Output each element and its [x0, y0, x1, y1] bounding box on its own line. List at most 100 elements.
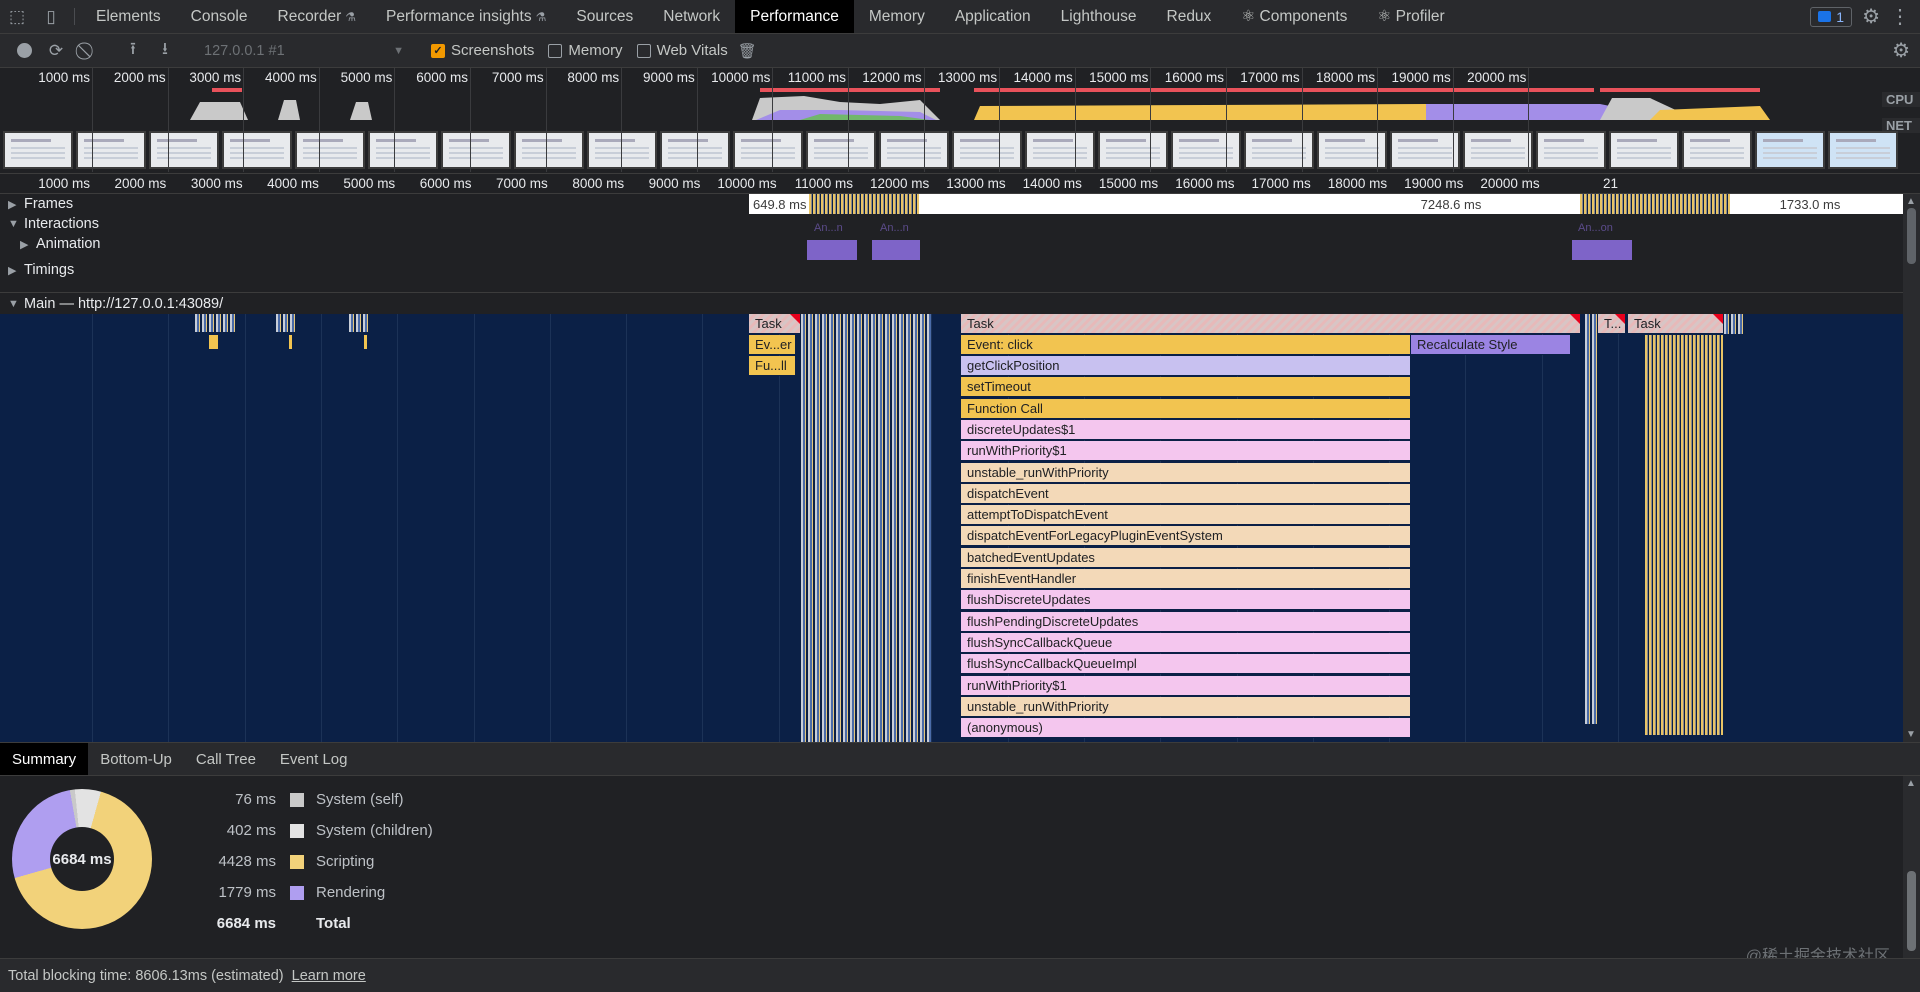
call-stack-frame[interactable]: unstable_runWithPriority — [961, 462, 1411, 483]
call-stack-frame[interactable]: flushSyncCallbackQueue — [961, 632, 1411, 653]
animation-block[interactable] — [1572, 240, 1632, 260]
interactions-track-header[interactable]: ▼ Interactions — [0, 216, 99, 232]
settings-gear-icon[interactable]: ⚙ — [1862, 4, 1880, 29]
call-stack-frame[interactable]: runWithPriority$1 — [961, 441, 1411, 462]
scroll-up-icon[interactable]: ▲ — [1906, 778, 1916, 789]
scroll-down-icon[interactable]: ▼ — [1906, 729, 1916, 740]
call-stack-frame[interactable]: finishEventHandler — [961, 569, 1411, 589]
issues-button[interactable]: 1 — [1810, 6, 1853, 27]
event-click-block[interactable]: Event: click — [961, 335, 1411, 355]
screenshot-frame[interactable] — [1755, 131, 1825, 169]
screenshot-frame[interactable] — [1244, 131, 1314, 169]
tab-sources[interactable]: Sources — [561, 0, 648, 33]
tab-profiler[interactable]: ⚛ Profiler — [1362, 0, 1459, 33]
tab-lighthouse[interactable]: Lighthouse — [1046, 0, 1152, 33]
learn-more-link[interactable]: Learn more — [292, 968, 366, 984]
screenshot-frame[interactable] — [1098, 131, 1168, 169]
more-options-icon[interactable]: ⋮ — [1890, 4, 1910, 29]
call-stack-frame[interactable]: flushPendingDiscreteUpdates — [961, 611, 1411, 632]
main-flame-chart[interactable]: Task Ev...er Fu...ll Task Event: click R… — [0, 314, 1903, 742]
frame-duration-1[interactable]: 649.8 ms — [749, 194, 809, 214]
screenshot-frame[interactable] — [1390, 131, 1460, 169]
screenshot-frame[interactable] — [1463, 131, 1533, 169]
screenshot-frame[interactable] — [441, 131, 511, 169]
animation-block[interactable] — [872, 240, 920, 260]
tab-memory[interactable]: Memory — [854, 0, 940, 33]
capture-settings-gear-icon[interactable]: ⚙ — [1892, 38, 1910, 63]
early-script-mark[interactable] — [364, 335, 367, 349]
recalculate-style-block[interactable]: Recalculate Style — [1411, 335, 1571, 355]
animation-block[interactable] — [807, 240, 857, 260]
early-script-mark[interactable] — [209, 335, 218, 349]
call-stack-frame[interactable]: batchedEventUpdates — [961, 547, 1411, 568]
screenshot-frame[interactable] — [1682, 131, 1752, 169]
call-stack-frame[interactable]: runWithPriority$1 — [961, 675, 1411, 696]
screenshot-frame[interactable] — [879, 131, 949, 169]
screenshot-frame[interactable] — [1171, 131, 1241, 169]
scroll-thumb[interactable] — [1907, 208, 1916, 264]
frames-track-header[interactable]: ▶ Frames — [0, 196, 73, 212]
screenshot-frame[interactable] — [806, 131, 876, 169]
inspect-element-icon[interactable]: ⬚ — [0, 0, 34, 33]
clear-button[interactable]: ⃠ — [72, 36, 104, 66]
screenshot-frame[interactable] — [149, 131, 219, 169]
event-block-short[interactable]: Ev...er — [749, 335, 796, 355]
timings-track-header[interactable]: ▶ Timings — [0, 262, 74, 278]
call-stack-frame[interactable]: (anonymous) — [961, 718, 1411, 739]
screenshot-frame[interactable] — [295, 131, 365, 169]
screenshot-filmstrip[interactable] — [0, 131, 1905, 170]
task-block-small[interactable]: T... — [1598, 314, 1626, 334]
screenshot-frame[interactable] — [1828, 131, 1898, 169]
animation-track-header[interactable]: ▶ Animation — [0, 236, 100, 252]
screenshot-frame[interactable] — [76, 131, 146, 169]
web-vitals-checkbox[interactable]: Web Vitals — [636, 42, 728, 59]
tab-performance[interactable]: Performance — [735, 0, 854, 33]
screenshot-frame[interactable] — [733, 131, 803, 169]
screenshot-frame[interactable] — [514, 131, 584, 169]
device-toolbar-icon[interactable]: ▯ — [34, 0, 68, 33]
call-stack-frame[interactable]: discreteUpdates$1 — [961, 419, 1411, 440]
memory-checkbox[interactable]: Memory — [548, 42, 623, 59]
scroll-up-icon[interactable]: ▲ — [1906, 196, 1916, 207]
function-block-short[interactable]: Fu...ll — [749, 356, 796, 376]
task-block[interactable]: Task — [749, 314, 801, 334]
frame-duration-3[interactable]: 1733.0 ms — [1730, 194, 1890, 214]
tab-network[interactable]: Network — [648, 0, 735, 33]
load-profile-button[interactable]: ⭱ — [117, 36, 149, 66]
tab-performance-insights[interactable]: Performance insights ⚗ — [371, 0, 561, 33]
call-stack-frame[interactable]: dispatchEventForLegacyPluginEventSystem — [961, 526, 1411, 547]
call-stack-frame[interactable]: Function Call — [961, 398, 1411, 419]
call-stack-frame[interactable]: flushDiscreteUpdates — [961, 590, 1411, 611]
tab-event-log[interactable]: Event Log — [268, 743, 360, 775]
tab-elements[interactable]: Elements — [81, 0, 176, 33]
call-stack-frame[interactable]: dispatchEvent — [961, 483, 1411, 504]
garbage-collect-icon[interactable]: 🗑 — [738, 42, 757, 60]
tab-call-tree[interactable]: Call Tree — [184, 743, 268, 775]
tab-recorder[interactable]: Recorder ⚗ — [263, 0, 372, 33]
call-stack-frame[interactable]: attemptToDispatchEvent — [961, 505, 1411, 526]
early-script-mark[interactable] — [289, 335, 292, 349]
tab-application[interactable]: Application — [940, 0, 1046, 33]
screenshot-frame[interactable] — [1609, 131, 1679, 169]
task-block-right[interactable]: Task — [1628, 314, 1724, 334]
scroll-thumb[interactable] — [1907, 871, 1916, 951]
save-profile-button[interactable]: ⭳ — [149, 36, 181, 66]
tab-bottom-up[interactable]: Bottom-Up — [88, 743, 184, 775]
main-thread-track-header[interactable]: ▼ Main — http://127.0.0.1:43089/ — [0, 292, 1903, 314]
screenshot-frame[interactable] — [1025, 131, 1095, 169]
screenshot-frame[interactable] — [1536, 131, 1606, 169]
reload-record-button[interactable]: ⟳ — [40, 36, 72, 66]
tab-summary[interactable]: Summary — [0, 743, 89, 775]
call-stack-frame[interactable]: setTimeout — [961, 377, 1411, 398]
screenshot-frame[interactable] — [368, 131, 438, 169]
profile-select[interactable]: 127.0.0.1 #1 ▼ — [194, 43, 404, 59]
screenshot-frame[interactable] — [222, 131, 292, 169]
call-stack-frame[interactable]: unstable_runWithPriority — [961, 696, 1411, 717]
flame-vertical-scrollbar[interactable]: ▲ ▼ — [1903, 194, 1920, 742]
record-button[interactable] — [8, 36, 40, 66]
tab-console[interactable]: Console — [176, 0, 263, 33]
tab-redux[interactable]: Redux — [1152, 0, 1227, 33]
summary-scrollbar[interactable]: ▲ — [1903, 776, 1920, 958]
timeline-overview[interactable]: CPU NET 1000 ms 2000 ms 3000 ms 4000 ms 5000… — [0, 68, 1920, 174]
screenshots-checkbox[interactable]: ✓ Screenshots — [431, 42, 534, 59]
